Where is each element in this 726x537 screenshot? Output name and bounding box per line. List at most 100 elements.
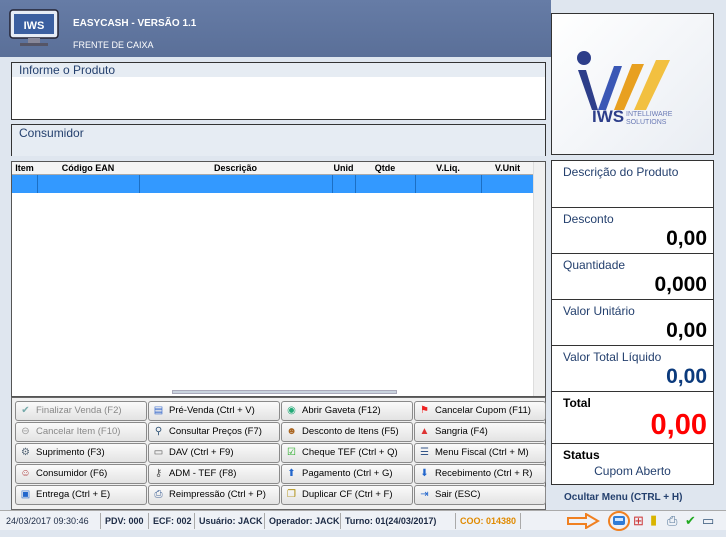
quantidade-value: 0,000 [654,273,707,296]
col-ean: Código EAN [61,163,115,173]
valor-unitario-box: Valor Unitário 0,00 [551,299,714,346]
table-row[interactable] [12,175,534,193]
descricao-label: Descrição do Produto [563,165,679,179]
pre-venda-button[interactable]: ▤ Pré-Venda (Ctrl + V) [148,401,280,421]
valor-total-label: Valor Total Líquido [563,350,662,364]
status-pdv: PDV: 000 [105,516,144,526]
magnifier-icon: ⚲ [154,426,163,437]
page-icon: ▭ [153,447,164,458]
col-item: Item [15,163,34,173]
valor-unitario-label: Valor Unitário [563,304,635,318]
col-vunit: V.Unit [494,163,521,173]
desconto-itens-button[interactable]: ☻ Desconto de Itens (F5) [281,422,413,442]
dav-button[interactable]: ▭ DAV (Ctrl + F9) [148,443,280,463]
pagamento-button[interactable]: ⬆ Pagamento (Ctrl + G) [281,464,413,484]
valor-total-value: 0,00 [666,365,707,388]
warning-icon: ▲ [419,426,430,437]
desconto-value: 0,00 [666,227,707,250]
status-bar: 24/03/2017 09:30:46 PDV: 000 ECF: 002 Us… [0,510,726,531]
red-flag-icon: ⚑ [420,405,429,416]
copy-icon: ❐ [287,489,296,500]
arrow-right-icon [567,513,600,529]
entrega-button[interactable]: ▣ Entrega (Ctrl + E) [15,485,147,505]
menu-fiscal-button[interactable]: ☰ Menu Fiscal (Ctrl + M) [414,443,546,463]
exit-icon: ⇥ [420,489,429,500]
adm-tef-button[interactable]: ⚷ ADM - TEF (F8) [148,464,280,484]
descricao-box: Descrição do Produto [551,160,714,208]
minus-circle-icon: ⊖ [21,426,30,437]
people-icon: ☻ [286,426,297,437]
monitor-logo-icon: IWS [8,8,60,48]
cancelar-item-button[interactable]: ⊖ Cancelar Item (F10) [15,422,147,442]
cheque-tef-button[interactable]: ☑ Cheque TEF (Ctrl + Q) [281,443,413,463]
reimpressao-button[interactable]: ⎙ Reimpressão (Ctrl + P) [148,485,280,505]
check-document-icon: ☑ [287,447,296,458]
sair-button[interactable]: ⇥ Sair (ESC) [414,485,546,505]
app-title: EASYCASH - VERSÃO 1.1 [73,18,197,29]
svg-text:IWS: IWS [24,20,45,32]
logo-brand: IWS [592,107,624,126]
quantidade-label: Quantidade [563,258,626,272]
suprimento-button[interactable]: ⚙ Suprimento (F3) [15,443,147,463]
status-usuario: Usuário: JACK [199,516,263,526]
sangria-button[interactable]: ▲ Sangria (F4) [414,422,546,442]
check-circle-icon[interactable]: ✔ [685,513,696,529]
consultar-precos-button[interactable]: ⚲ Consultar Preços (F7) [148,422,280,442]
function-buttons: ✔ Finalizar Venda (F2) ▤ Pré-Venda (Ctrl +… [11,397,546,510]
arrow-down-icon: ⬇ [420,468,429,479]
total-label: Total [563,396,591,410]
valor-total-box: Valor Total Líquido 0,00 [551,345,714,392]
status-value: Cupom Aberto [594,464,671,478]
col-qtde: Qtde [374,163,396,173]
total-box: Total 0,00 [551,391,714,444]
abrir-gaveta-button[interactable]: ◉ Abrir Gaveta (F12) [281,401,413,421]
finalizar-venda-button[interactable]: ✔ Finalizar Venda (F2) [15,401,147,421]
desconto-label: Desconto [563,212,614,226]
status-ecf: ECF: 002 [153,516,192,526]
gift-icon[interactable]: ⊞ [633,513,644,529]
cancelar-cupom-button[interactable]: ⚑ Cancelar Cupom (F11) [414,401,546,421]
logo-tagline-1: INTELLIWARE [626,111,673,118]
app-subtitle: FRENTE DE CAIXA [73,40,154,50]
status-coo: COO: 014380 [460,516,517,526]
printer-icon[interactable]: ⎙ [667,513,677,529]
status-label: Status [563,448,600,462]
horizontal-scrollbar[interactable] [172,390,397,394]
status-datetime: 24/03/2017 09:30:46 [6,516,89,526]
gear-icon: ⚙ [21,447,30,458]
consumidor-button[interactable]: ☺ Consumidor (F6) [15,464,147,484]
document-icon: ▤ [153,405,164,416]
printer-icon: ⎙ [154,489,163,500]
vertical-scrollbar[interactable] [533,162,545,396]
status-box: Status Cupom Aberto [551,443,714,485]
recebimento-button[interactable]: ⬇ Recebimento (Ctrl + R) [414,464,546,484]
items-grid[interactable]: Item Código EAN Descrição Unid Qtde V.Li… [11,161,546,397]
list-icon: ☰ [420,447,429,458]
grid-header: Item Código EAN Descrição Unid Qtde V.Li… [12,162,534,175]
monitor-icon[interactable]: ▭ [702,513,714,529]
col-vliq: V.Liq. [436,163,460,173]
app-header: IWS EASYCASH - VERSÃO 1.1 FRENTE DE CAIX… [0,0,551,57]
product-input-panel[interactable]: Informe o Produto [11,62,546,120]
col-unid: Unid [333,163,354,173]
consumer-label: Consumidor [12,125,545,156]
database-icon[interactable]: ▮ [650,512,657,528]
quantidade-box: Quantidade 0,000 [551,253,714,300]
consumer-panel[interactable]: Consumidor [11,124,546,156]
logo-tagline-2: SOLUTIONS [626,119,667,126]
user-icon: ☺ [20,468,31,479]
company-logo: IWS INTELLIWARE SOLUTIONS [551,13,714,155]
duplicar-cf-button[interactable]: ❐ Duplicar CF (Ctrl + F) [281,485,413,505]
col-descricao: Descrição [213,163,258,173]
globe-icon: ◉ [287,405,296,416]
desconto-box: Desconto 0,00 [551,207,714,254]
bus-icon[interactable] [608,511,630,531]
total-value: 0,00 [650,409,707,441]
key-icon: ⚷ [154,468,163,479]
hide-menu-link[interactable]: Ocultar Menu (CTRL + H) [564,492,682,503]
status-turno: Turno: 01(24/03/2017) [345,516,437,526]
valor-unitario-value: 0,00 [666,319,707,342]
status-operador: Operador: JACK [269,516,340,526]
check-icon: ✔ [21,405,30,416]
product-input-label: Informe o Produto [12,63,545,77]
